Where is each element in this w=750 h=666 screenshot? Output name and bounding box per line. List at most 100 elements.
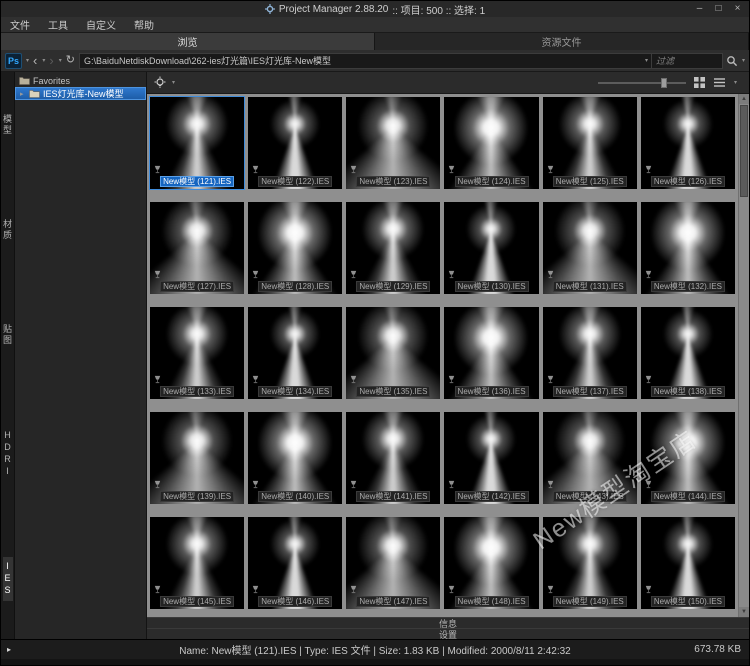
ies-thumbnail[interactable]: New模型 (123).IES bbox=[346, 97, 441, 189]
ies-thumbnail[interactable]: New模型 (130).IES bbox=[444, 202, 539, 294]
thumbnail-label: New模型 (144).IES bbox=[650, 491, 725, 502]
folder-tree: Favorites ▸ IES灯光库-New模型 bbox=[15, 72, 147, 639]
path-input[interactable] bbox=[78, 52, 656, 69]
menu-bar: 文件 工具 自定义 帮助 bbox=[1, 17, 749, 33]
forward-button[interactable]: › bbox=[48, 54, 54, 67]
tab-browse[interactable]: 浏览 bbox=[1, 33, 375, 50]
scrollbar-thumb[interactable] bbox=[740, 105, 748, 197]
tab-resource-files[interactable]: 资源文件 bbox=[375, 33, 749, 50]
ies-thumbnail[interactable]: New模型 (134).IES bbox=[248, 307, 343, 399]
back-button[interactable]: ‹ bbox=[32, 54, 38, 67]
thumbnail-label: New模型 (136).IES bbox=[454, 386, 529, 397]
ies-thumbnail[interactable]: New模型 (129).IES bbox=[346, 202, 441, 294]
ies-thumbnail[interactable]: New模型 (127).IES bbox=[150, 202, 245, 294]
search-icon[interactable] bbox=[726, 55, 738, 67]
light-options-chevron-icon[interactable]: ▾ bbox=[172, 79, 175, 86]
total-size-label: 673.78 KB bbox=[694, 644, 741, 655]
thumbnail-label: New模型 (132).IES bbox=[650, 281, 725, 292]
ies-thumbnail[interactable]: New模型 (121).IES bbox=[148, 96, 246, 190]
slider-handle[interactable] bbox=[661, 77, 668, 88]
minimize-button[interactable]: – bbox=[690, 1, 709, 17]
thumbnail-label: New模型 (130).IES bbox=[454, 281, 529, 292]
menu-file[interactable]: 文件 bbox=[1, 17, 39, 32]
ies-thumbnail[interactable]: New模型 (145).IES bbox=[150, 517, 245, 609]
lamp-icon bbox=[154, 375, 161, 384]
ies-thumbnail[interactable]: New模型 (141).IES bbox=[346, 412, 441, 504]
thumbnail-label: New模型 (148).IES bbox=[454, 596, 529, 607]
tree-item-favorites[interactable]: Favorites bbox=[15, 74, 146, 87]
lamp-icon bbox=[449, 585, 455, 594]
status-bar: ▸ Name: New模型 (121).IES | Type: IES 文件 |… bbox=[1, 639, 749, 659]
ies-thumbnail[interactable]: New模型 (143).IES bbox=[542, 412, 637, 504]
title-bar: Project Manager 2.88.20 :: 项目: 500 :: 选择… bbox=[1, 1, 749, 17]
category-tab-ies[interactable]: IES bbox=[2, 557, 13, 602]
ies-thumbnail[interactable]: New模型 (132).IES bbox=[640, 202, 735, 294]
ies-thumbnail[interactable]: New模型 (138).IES bbox=[640, 307, 735, 399]
ies-thumbnail[interactable]: New模型 (136).IES bbox=[444, 307, 539, 399]
lamp-icon bbox=[252, 270, 259, 279]
maximize-button[interactable]: □ bbox=[709, 1, 728, 17]
forward-history-chevron-icon[interactable]: ▾ bbox=[59, 57, 62, 64]
menu-tools[interactable]: 工具 bbox=[39, 17, 77, 32]
category-tab-hdri[interactable]: HDRI bbox=[3, 426, 13, 482]
folder-icon bbox=[29, 90, 40, 98]
ies-thumbnail[interactable]: New模型 (144).IES bbox=[640, 412, 735, 504]
lamp-icon bbox=[547, 585, 553, 594]
lamp-icon bbox=[547, 165, 553, 174]
ies-thumbnail[interactable]: New模型 (126).IES bbox=[640, 97, 735, 189]
thumbnail-label: New模型 (133).IES bbox=[160, 386, 235, 397]
refresh-button[interactable]: ↻ bbox=[65, 55, 76, 66]
display-options-chevron-icon[interactable]: ▾ bbox=[734, 79, 737, 86]
vertical-scrollbar[interactable]: ▲ ▼ bbox=[738, 94, 749, 617]
close-button[interactable]: × bbox=[728, 1, 747, 17]
lamp-icon bbox=[351, 165, 357, 174]
category-tab-materials[interactable]: 材质 bbox=[1, 215, 14, 245]
ies-thumbnail[interactable]: New模型 (122).IES bbox=[248, 97, 343, 189]
display-options-icon[interactable] bbox=[713, 77, 726, 88]
tree-expand-icon[interactable]: ▸ bbox=[20, 90, 26, 98]
photoshop-button[interactable]: Ps bbox=[5, 52, 22, 69]
category-tab-maps[interactable]: 贴图 bbox=[1, 320, 14, 350]
grid-view-icon[interactable] bbox=[693, 76, 706, 89]
ies-thumbnail[interactable]: New模型 (140).IES bbox=[248, 412, 343, 504]
ies-thumbnail[interactable]: New模型 (139).IES bbox=[150, 412, 245, 504]
thumbnail-label: New模型 (147).IES bbox=[356, 596, 431, 607]
ies-thumbnail[interactable]: New模型 (131).IES bbox=[542, 202, 637, 294]
category-tab-models[interactable]: 模型 bbox=[1, 110, 14, 140]
tree-item-ies-library[interactable]: ▸ IES灯光库-New模型 bbox=[15, 87, 146, 100]
lamp-icon bbox=[645, 480, 652, 489]
lamp-icon bbox=[449, 270, 455, 279]
menu-help[interactable]: 帮助 bbox=[125, 17, 163, 32]
menu-customize[interactable]: 自定义 bbox=[77, 17, 125, 32]
settings-panel-header[interactable]: 设置 bbox=[147, 628, 749, 640]
ies-thumbnail[interactable]: New模型 (149).IES bbox=[542, 517, 637, 609]
ies-thumbnail[interactable]: New模型 (128).IES bbox=[248, 202, 343, 294]
window-title: Project Manager 2.88.20 bbox=[278, 3, 389, 15]
ies-thumbnail[interactable]: New模型 (147).IES bbox=[346, 517, 441, 609]
ies-thumbnail[interactable]: New模型 (135).IES bbox=[346, 307, 441, 399]
ies-thumbnail[interactable]: New模型 (148).IES bbox=[444, 517, 539, 609]
tree-item-label: IES灯光库-New模型 bbox=[43, 89, 124, 99]
search-options-chevron-icon[interactable]: ▾ bbox=[742, 57, 745, 64]
ies-thumbnail[interactable]: New模型 (137).IES bbox=[542, 307, 637, 399]
light-icon[interactable] bbox=[153, 76, 167, 90]
thumbnail-label: New模型 (126).IES bbox=[650, 176, 725, 187]
scroll-down-icon[interactable]: ▼ bbox=[739, 607, 749, 617]
scroll-up-icon[interactable]: ▲ bbox=[739, 94, 749, 104]
ies-thumbnail[interactable]: New模型 (133).IES bbox=[150, 307, 245, 399]
filter-input[interactable] bbox=[650, 52, 723, 69]
back-history-chevron-icon[interactable]: ▾ bbox=[42, 57, 45, 64]
ies-thumbnail[interactable]: New模型 (142).IES bbox=[444, 412, 539, 504]
thumbnail-label: New模型 (143).IES bbox=[552, 491, 627, 502]
thumbnail-size-slider[interactable] bbox=[597, 77, 686, 89]
chevron-down-icon[interactable]: ▾ bbox=[26, 57, 29, 64]
info-panel-header[interactable]: 信息 bbox=[147, 617, 749, 629]
ies-thumbnail[interactable]: New模型 (125).IES bbox=[542, 97, 637, 189]
status-expand-icon[interactable]: ▸ bbox=[7, 645, 11, 654]
lamp-icon bbox=[252, 480, 259, 489]
ies-thumbnail[interactable]: New模型 (150).IES bbox=[640, 517, 735, 609]
ies-thumbnail[interactable]: New模型 (146).IES bbox=[248, 517, 343, 609]
lamp-icon bbox=[252, 585, 259, 594]
path-dropdown-chevron-icon[interactable]: ▾ bbox=[645, 57, 648, 64]
ies-thumbnail[interactable]: New模型 (124).IES bbox=[444, 97, 539, 189]
